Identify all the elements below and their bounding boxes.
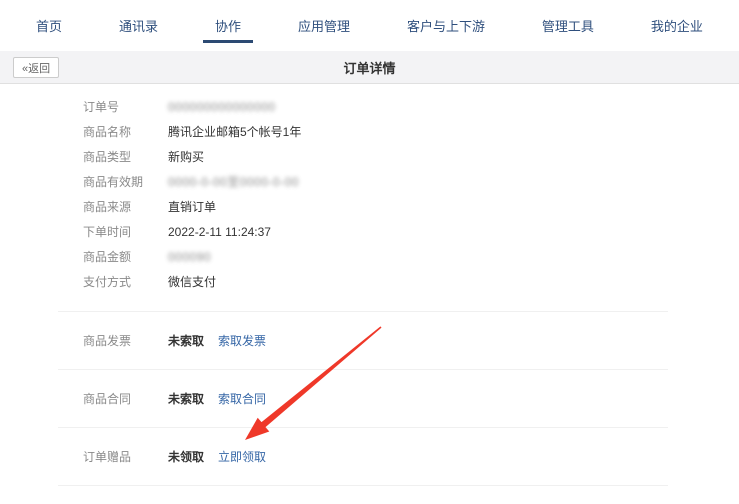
- masked-field-value: 0000-0-00至0000-0-00: [168, 173, 299, 190]
- tab-home[interactable]: 首页: [22, 0, 76, 51]
- order-fields: 订单号 000000000000000 商品名称 腾讯企业邮箱5个帐号1年 商品…: [58, 94, 668, 311]
- tab-my-enterprise[interactable]: 我的企业: [637, 0, 717, 51]
- tab-customers-updownstream[interactable]: 客户与上下游: [393, 0, 499, 51]
- field-label: 商品合同: [83, 390, 168, 407]
- order-detail-page: 首页 通讯录 协作 应用管理 客户与上下游 管理工具 我的企业 «返回 订单详情…: [0, 0, 739, 504]
- field-label: 商品名称: [83, 123, 168, 140]
- gift-section: 订单赠品 未领取 立即领取: [58, 427, 668, 485]
- page-header: «返回 订单详情: [0, 51, 739, 84]
- field-row-contract: 商品合同 未索取 索取合同: [58, 386, 668, 411]
- field-row-payment-method: 支付方式 微信支付: [58, 269, 668, 294]
- field-label: 商品有效期: [83, 173, 168, 190]
- field-label: 商品类型: [83, 148, 168, 165]
- request-invoice-link[interactable]: 索取发票: [218, 332, 266, 349]
- claim-gift-link[interactable]: 立即领取: [218, 448, 266, 465]
- field-row-product-type: 商品类型 新购买: [58, 144, 668, 169]
- back-button[interactable]: «返回: [13, 57, 59, 78]
- field-label: 下单时间: [83, 223, 168, 240]
- field-label: 订单赠品: [83, 448, 168, 465]
- field-label: 商品来源: [83, 198, 168, 215]
- invoice-status: 未索取: [168, 332, 204, 349]
- field-value: 微信支付: [168, 273, 216, 290]
- contract-status: 未索取: [168, 390, 204, 407]
- field-row-product-name: 商品名称 腾讯企业邮箱5个帐号1年: [58, 119, 668, 144]
- tab-contacts[interactable]: 通讯录: [105, 0, 172, 51]
- field-label: 订单号: [83, 98, 168, 115]
- field-value: 直销订单: [168, 198, 216, 215]
- order-details: 订单号 000000000000000 商品名称 腾讯企业邮箱5个帐号1年 商品…: [58, 84, 668, 486]
- tab-collaboration[interactable]: 协作: [201, 0, 255, 51]
- field-label: 商品发票: [83, 332, 168, 349]
- bottom-divider: [58, 485, 668, 486]
- field-row-product-source: 商品来源 直销订单: [58, 194, 668, 219]
- field-row-validity-period: 商品有效期 0000-0-00至0000-0-00: [58, 169, 668, 194]
- field-label: 支付方式: [83, 273, 168, 290]
- field-row-amount: 商品金额 000090: [58, 244, 668, 269]
- field-value: 2022-2-11 11:24:37: [168, 225, 271, 239]
- tab-admin-tools[interactable]: 管理工具: [528, 0, 608, 51]
- gift-status: 未领取: [168, 448, 204, 465]
- tab-app-management[interactable]: 应用管理: [284, 0, 364, 51]
- contract-section: 商品合同 未索取 索取合同: [58, 369, 668, 427]
- field-row-order-time: 下单时间 2022-2-11 11:24:37: [58, 219, 668, 244]
- invoice-section: 商品发票 未索取 索取发票: [58, 311, 668, 369]
- request-contract-link[interactable]: 索取合同: [218, 390, 266, 407]
- page-title: 订单详情: [0, 58, 739, 77]
- field-row-invoice: 商品发票 未索取 索取发票: [58, 328, 668, 353]
- field-row-order-number: 订单号 000000000000000: [58, 94, 668, 119]
- field-value: 腾讯企业邮箱5个帐号1年: [168, 123, 301, 140]
- field-value: 新购买: [168, 148, 204, 165]
- field-label: 商品金额: [83, 248, 168, 265]
- masked-field-value: 000090: [168, 250, 211, 264]
- masked-field-value: 000000000000000: [168, 100, 276, 114]
- top-nav: 首页 通讯录 协作 应用管理 客户与上下游 管理工具 我的企业: [0, 0, 739, 51]
- field-row-gift: 订单赠品 未领取 立即领取: [58, 444, 668, 469]
